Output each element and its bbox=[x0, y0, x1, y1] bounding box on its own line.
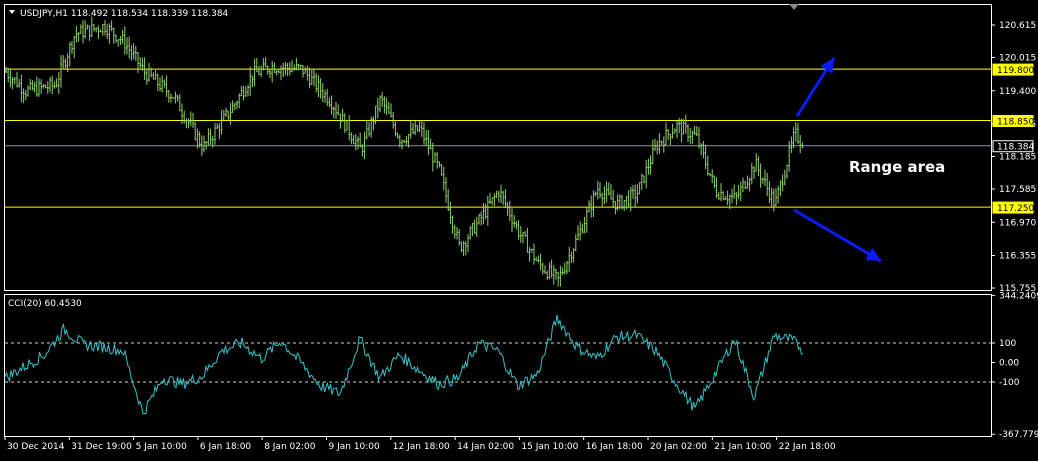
time-tick-label: 12 Jan 18:00 bbox=[393, 442, 450, 452]
time-tick-label: 6 Jan 18:00 bbox=[200, 442, 252, 452]
time-tick-label: 14 Jan 02:00 bbox=[457, 442, 514, 452]
price-tick-label: 119.400 bbox=[999, 87, 1036, 97]
time-tick-label: 8 Jan 02:00 bbox=[264, 442, 316, 452]
price-tick-label: 116.355 bbox=[999, 252, 1036, 262]
indicator-header: CCI(20) 60.4530 bbox=[8, 299, 82, 309]
price-tick-label: 120.615 bbox=[999, 21, 1036, 31]
level-label: 117.250 bbox=[997, 204, 1034, 214]
time-tick-label: 31 Dec 19:00 bbox=[71, 442, 132, 452]
cci-tick-label: 344.2409 bbox=[999, 291, 1038, 301]
time-tick-label: 15 Jan 10:00 bbox=[521, 442, 578, 452]
cci-tick-label: 0.00 bbox=[999, 359, 1019, 369]
main-header: USDJPY,H1 118.492 118.534 118.339 118.38… bbox=[20, 9, 229, 19]
level-label: 118.850 bbox=[997, 118, 1034, 128]
price-tick-label: 118.185 bbox=[999, 153, 1036, 163]
time-tick-label: 9 Jan 10:00 bbox=[329, 442, 381, 452]
price-tick-label: 120.015 bbox=[999, 53, 1036, 63]
time-tick-label: 16 Jan 18:00 bbox=[586, 442, 643, 452]
price-tick-label: 116.970 bbox=[999, 218, 1036, 228]
cci-tick-label: -367.779 bbox=[999, 430, 1038, 440]
time-tick-label: 22 Jan 18:00 bbox=[779, 442, 836, 452]
level-label: 119.800 bbox=[997, 66, 1034, 76]
forex-chart: 120.615120.015119.400118.785118.185117.5… bbox=[0, 0, 1038, 457]
chart-canvas[interactable]: 120.615120.015119.400118.785118.185117.5… bbox=[0, 0, 1038, 457]
time-tick-label: 5 Jan 10:00 bbox=[136, 442, 188, 452]
cci-tick-label: 100 bbox=[999, 339, 1016, 349]
price-tick-label: 117.585 bbox=[999, 185, 1036, 195]
cci-tick-label: -100 bbox=[999, 378, 1020, 388]
range-area-label[interactable]: Range area bbox=[849, 158, 945, 176]
time-tick-label: 21 Jan 10:00 bbox=[714, 442, 771, 452]
level-label: 118.384 bbox=[997, 143, 1034, 153]
time-tick-label: 20 Jan 02:00 bbox=[650, 442, 707, 452]
time-tick-label: 30 Dec 2014 bbox=[7, 442, 65, 452]
